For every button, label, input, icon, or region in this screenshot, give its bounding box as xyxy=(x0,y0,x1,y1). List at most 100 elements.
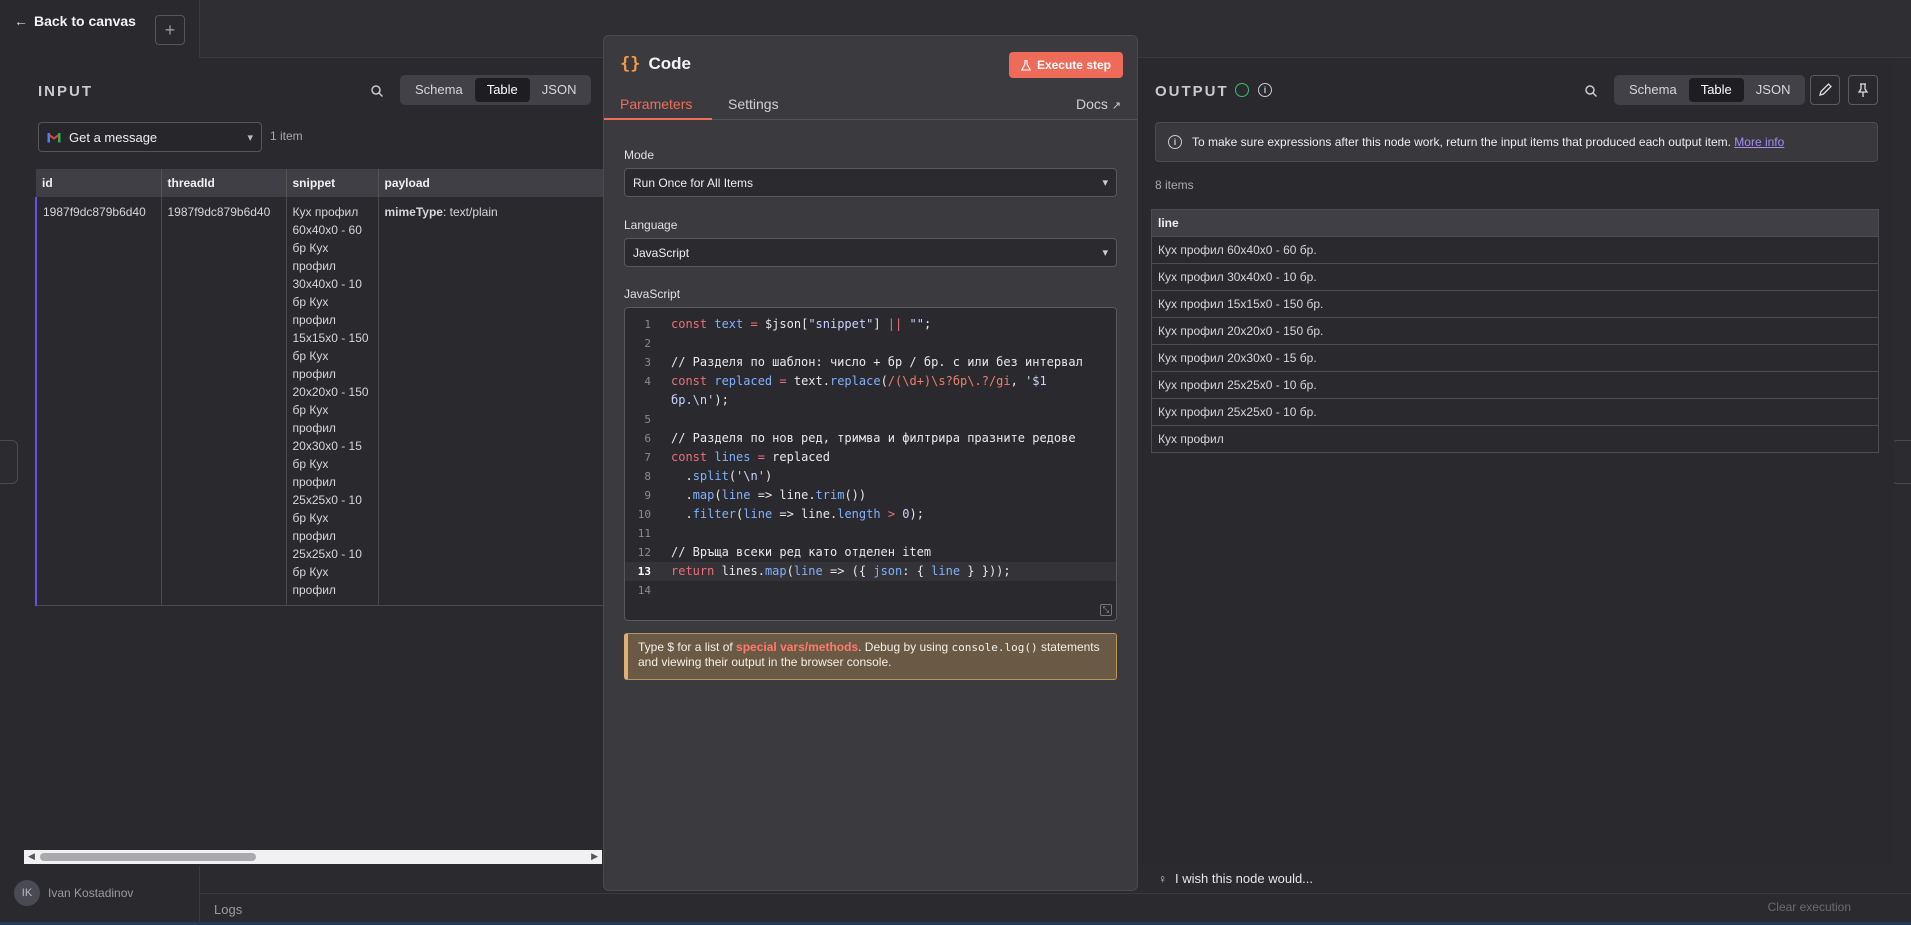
column-header[interactable]: snippet xyxy=(286,169,379,197)
code-line: 10 .filter(line => line.length > 0); xyxy=(637,507,924,521)
table-row: Кух профил xyxy=(1151,425,1879,453)
cell-id: 1987f9dc879b6d40 xyxy=(35,197,162,606)
input-view-table[interactable]: Table xyxy=(474,78,530,102)
tab-settings[interactable]: Settings xyxy=(728,96,779,112)
payload-key: mimeType xyxy=(384,205,443,219)
cell-payload: mimeType: text/plain xyxy=(378,197,614,606)
output-table-header: line xyxy=(1151,209,1879,237)
code-braces-icon: {} xyxy=(620,54,641,74)
scroll-right-icon[interactable]: ▶ xyxy=(591,851,598,862)
back-to-canvas-label: Back to canvas xyxy=(34,13,136,29)
output-view-table[interactable]: Table xyxy=(1688,78,1744,102)
code-line: 9 .map(line => line.trim()) xyxy=(644,488,867,502)
code-line: 12// Връща всеки ред като отделен item xyxy=(637,545,932,559)
column-header[interactable]: line xyxy=(1151,209,1879,237)
table-row: 1987f9dc879b6d40 1987f9dc879b6d40 Кух пр… xyxy=(35,197,614,606)
arrow-left-icon: ← xyxy=(14,13,28,29)
mode-select[interactable]: Run Once for All Items ▾ xyxy=(624,168,1117,197)
logs-label: Logs xyxy=(214,902,243,917)
search-icon[interactable] xyxy=(370,84,384,98)
input-node-select-value: Get a message xyxy=(69,129,158,145)
scrollbar-thumb[interactable] xyxy=(40,853,256,861)
add-node-button[interactable]: + xyxy=(155,15,185,45)
chevron-down-icon: ▾ xyxy=(1102,177,1108,189)
output-title: OUTPUT xyxy=(1155,83,1229,100)
pencil-icon xyxy=(1819,83,1832,96)
code-line: бр.\n'); xyxy=(671,393,729,407)
scroll-left-icon[interactable]: ◀ xyxy=(28,851,35,862)
horizontal-scrollbar[interactable]: ◀ ▶ xyxy=(24,850,602,864)
user-name: Ivan Kostadinov xyxy=(48,886,134,900)
pin-icon xyxy=(1857,83,1869,97)
code-line: 3// Разделя по шаблон: число + бр / бр. … xyxy=(644,355,1083,369)
node-title[interactable]: Code xyxy=(648,54,691,74)
code-line: 1 const text = $json["snippet"] || ""; xyxy=(644,317,932,331)
tip-text: Type $ for a list of xyxy=(638,640,737,654)
node-header: {} Code xyxy=(620,54,691,74)
column-header[interactable]: threadId xyxy=(161,169,287,197)
output-view-schema[interactable]: Schema xyxy=(1617,78,1689,102)
pin-output-button[interactable] xyxy=(1848,75,1878,105)
side-node-handle-right[interactable] xyxy=(1891,440,1911,484)
input-view-json[interactable]: JSON xyxy=(530,78,589,102)
table-row: Кух профил 15x15x0 - 150 бр. xyxy=(1151,290,1879,318)
special-vars-link[interactable]: special vars/methods xyxy=(736,640,858,654)
editor-label: JavaScript xyxy=(624,287,681,301)
execute-step-button[interactable]: Execute step xyxy=(1008,52,1123,78)
language-label: Language xyxy=(624,218,678,232)
expand-editor-icon[interactable]: ⤡ xyxy=(1100,604,1112,616)
language-select[interactable]: JavaScript ▾ xyxy=(624,238,1117,267)
gmail-icon xyxy=(47,132,61,142)
cell-line: Кух профил xyxy=(1151,425,1879,453)
external-link-icon: ↗ xyxy=(1111,100,1121,112)
output-item-count: 8 items xyxy=(1155,178,1194,192)
code-editor[interactable]: 1 const text = $json["snippet"] || ""; 2 … xyxy=(624,307,1117,621)
output-panel xyxy=(1138,58,1894,866)
side-node-handle-left[interactable] xyxy=(0,440,18,484)
user-profile[interactable]: IK Ivan Kostadinov xyxy=(14,880,133,906)
output-table: line Кух профил 60x40x0 - 60 бр. Кух про… xyxy=(1151,209,1879,453)
input-title: INPUT xyxy=(38,83,93,100)
chevron-down-icon: ▾ xyxy=(1102,247,1108,259)
table-row: Кух профил 30x40x0 - 10 бр. xyxy=(1151,263,1879,291)
avatar: IK xyxy=(14,880,40,906)
payload-value: : text/plain xyxy=(442,205,498,219)
input-node-select[interactable]: Get a message ▾ xyxy=(38,122,262,152)
cell-line: Кух профил 20x20x0 - 150 бр. xyxy=(1151,317,1879,345)
table-row: Кух профил 25x25x0 - 10 бр. xyxy=(1151,371,1879,399)
more-info-link[interactable]: More info xyxy=(1734,135,1784,149)
search-icon[interactable] xyxy=(1584,84,1598,98)
code-line: 8 .split('\n') xyxy=(644,469,773,483)
code-line: 7 const lines = replaced xyxy=(644,450,830,464)
cell-line: Кух профил 25x25x0 - 10 бр. xyxy=(1151,398,1879,426)
output-view-toggle: Schema Table JSON xyxy=(1614,75,1806,105)
column-header[interactable]: payload xyxy=(378,169,614,197)
code-line-current: 13 return lines.map(line => ({ json: { li… xyxy=(625,562,1116,581)
back-to-canvas-button[interactable]: ← Back to canvas xyxy=(14,13,136,29)
info-icon[interactable]: i xyxy=(1258,83,1272,97)
output-view-json[interactable]: JSON xyxy=(1744,78,1803,102)
code-tip-callout: Type $ for a list of special vars/method… xyxy=(624,633,1117,680)
column-header[interactable]: id xyxy=(36,169,162,197)
clear-execution-button[interactable]: Clear execution xyxy=(1768,900,1851,914)
execute-step-label: Execute step xyxy=(1036,58,1111,72)
logs-bar[interactable]: Logs xyxy=(200,893,1911,925)
language-value: JavaScript xyxy=(633,245,690,260)
feedback-row[interactable]: ♀ I wish this node would... xyxy=(1158,871,1313,886)
node-tabs: Parameters Settings xyxy=(604,90,1137,120)
code-line: 4 const replaced = text.replace(/(\d+)\s?… xyxy=(644,374,1047,388)
mode-label: Mode xyxy=(624,148,655,162)
edit-output-button[interactable] xyxy=(1810,75,1840,105)
docs-label: Docs xyxy=(1075,96,1108,112)
pairing-info-banner: i To make sure expressions after this no… xyxy=(1155,122,1878,162)
lightbulb-icon: ♀ xyxy=(1158,871,1167,886)
docs-link[interactable]: Docs ↗ xyxy=(1076,96,1121,112)
flask-icon xyxy=(1020,59,1031,71)
table-row: Кух профил 60x40x0 - 60 бр. xyxy=(1151,236,1879,264)
cell-line: Кух профил 25x25x0 - 10 бр. xyxy=(1151,371,1879,399)
code-line: 6// Разделя по нов ред, тримва и филтрир… xyxy=(644,431,1076,445)
cell-snippet: Кух профил 60x40x0 - 60 бр Кух профил 30… xyxy=(286,197,379,606)
input-view-toggle: Schema Table JSON xyxy=(400,75,592,105)
tab-parameters[interactable]: Parameters xyxy=(620,96,692,112)
input-view-schema[interactable]: Schema xyxy=(403,78,475,102)
